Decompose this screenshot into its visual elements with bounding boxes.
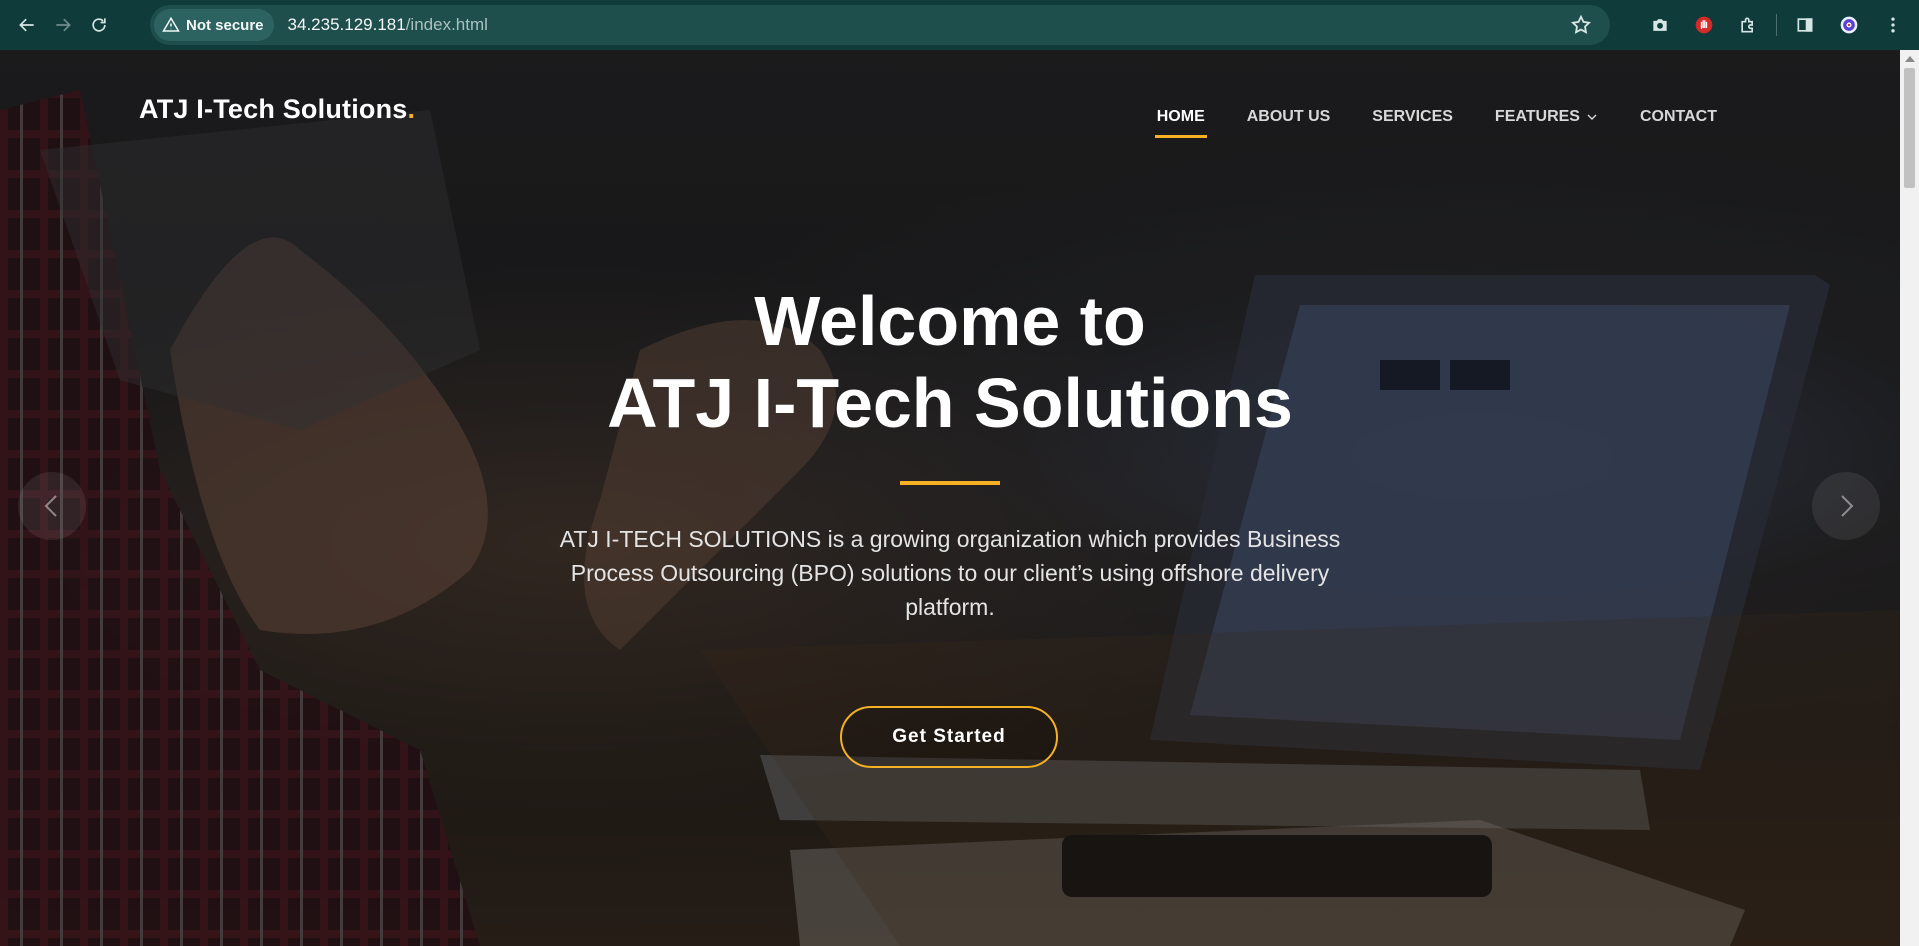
reload-button[interactable] xyxy=(81,7,117,43)
back-button[interactable] xyxy=(9,7,45,43)
reload-icon xyxy=(92,18,106,32)
hero-background-image xyxy=(0,50,1900,946)
nav-contact[interactable]: CONTACT xyxy=(1619,102,1738,132)
main-navigation: HOME ABOUT US SERVICES FEATURES CONTACT xyxy=(1136,102,1738,138)
hero-description: ATJ I-TECH SOLUTIONS is a growing organi… xyxy=(559,526,1341,620)
nav-home-label: HOME xyxy=(1156,108,1205,125)
url-host: 34.235.129.181 xyxy=(287,15,406,34)
chevron-down-icon xyxy=(1587,114,1597,120)
screenshot-extension[interactable] xyxy=(1638,3,1682,47)
nav-contact-label: CONTACT xyxy=(1639,108,1717,125)
side-panel-button[interactable] xyxy=(1783,3,1827,47)
security-label: Not secure xyxy=(186,16,264,34)
nav-about-us[interactable]: ABOUT US xyxy=(1226,102,1352,132)
hero-title: Welcome to ATJ I-Tech Solutions xyxy=(0,280,1900,444)
hero-divider xyxy=(900,481,1000,485)
adblock-extension[interactable] xyxy=(1682,3,1726,47)
extensions-button[interactable] xyxy=(1726,3,1770,47)
browser-toolbar: Not secure 34.235.129.181/index.html xyxy=(0,0,1919,50)
arrow-right-icon xyxy=(56,18,71,32)
scroll-thumb[interactable] xyxy=(1904,68,1915,188)
browser-extensions xyxy=(1638,0,1919,50)
security-indicator[interactable]: Not secure xyxy=(154,9,274,41)
url-text[interactable]: 34.235.129.181/index.html xyxy=(288,15,488,35)
kebab-menu-icon xyxy=(1891,17,1895,33)
hero-section: ATJ I-Tech Solutions. HOME ABOUT US SERV… xyxy=(0,50,1900,946)
carousel-prev-button[interactable] xyxy=(18,472,86,540)
puzzle-icon xyxy=(1741,17,1753,33)
profile-avatar[interactable] xyxy=(1827,3,1871,47)
bookmark-star-icon[interactable] xyxy=(1570,14,1592,36)
avatar-icon xyxy=(1840,16,1858,34)
toolbar-divider xyxy=(1776,14,1777,36)
logo-text: ATJ I-Tech Solutions xyxy=(139,94,408,124)
nav-features[interactable]: FEATURES xyxy=(1474,102,1619,132)
nav-home[interactable]: HOME xyxy=(1136,102,1226,138)
url-path: /index.html xyxy=(405,15,488,34)
site-logo[interactable]: ATJ I-Tech Solutions. xyxy=(139,94,415,125)
hand-stop-icon xyxy=(1695,16,1713,34)
browser-menu-button[interactable] xyxy=(1871,3,1915,47)
address-bar[interactable]: Not secure 34.235.129.181/index.html xyxy=(150,5,1610,45)
nav-services-label: SERVICES xyxy=(1372,108,1453,125)
nav-about-us-label: ABOUT US xyxy=(1246,108,1331,125)
warning-icon xyxy=(162,16,180,32)
nav-services[interactable]: SERVICES xyxy=(1351,102,1474,132)
forward-button[interactable] xyxy=(45,7,81,43)
arrow-left-icon xyxy=(19,18,34,32)
nav-features-label: FEATURES xyxy=(1494,108,1580,125)
carousel-next-button[interactable] xyxy=(1812,472,1880,540)
logo-dot: . xyxy=(407,94,416,124)
camera-icon xyxy=(1653,19,1667,31)
page-scrollbar[interactable] xyxy=(1900,50,1919,946)
scroll-up-arrow-icon[interactable] xyxy=(1905,56,1915,62)
site-header: ATJ I-Tech Solutions. HOME ABOUT US SERV… xyxy=(0,50,1900,174)
hero-title-line1: Welcome to xyxy=(754,282,1146,360)
side-panel-icon xyxy=(1797,18,1813,32)
chevron-right-icon xyxy=(1841,495,1854,517)
chevron-left-icon xyxy=(44,495,57,517)
hero-title-line2: ATJ I-Tech Solutions xyxy=(607,364,1293,442)
get-started-button[interactable]: Get Started xyxy=(840,706,1058,768)
